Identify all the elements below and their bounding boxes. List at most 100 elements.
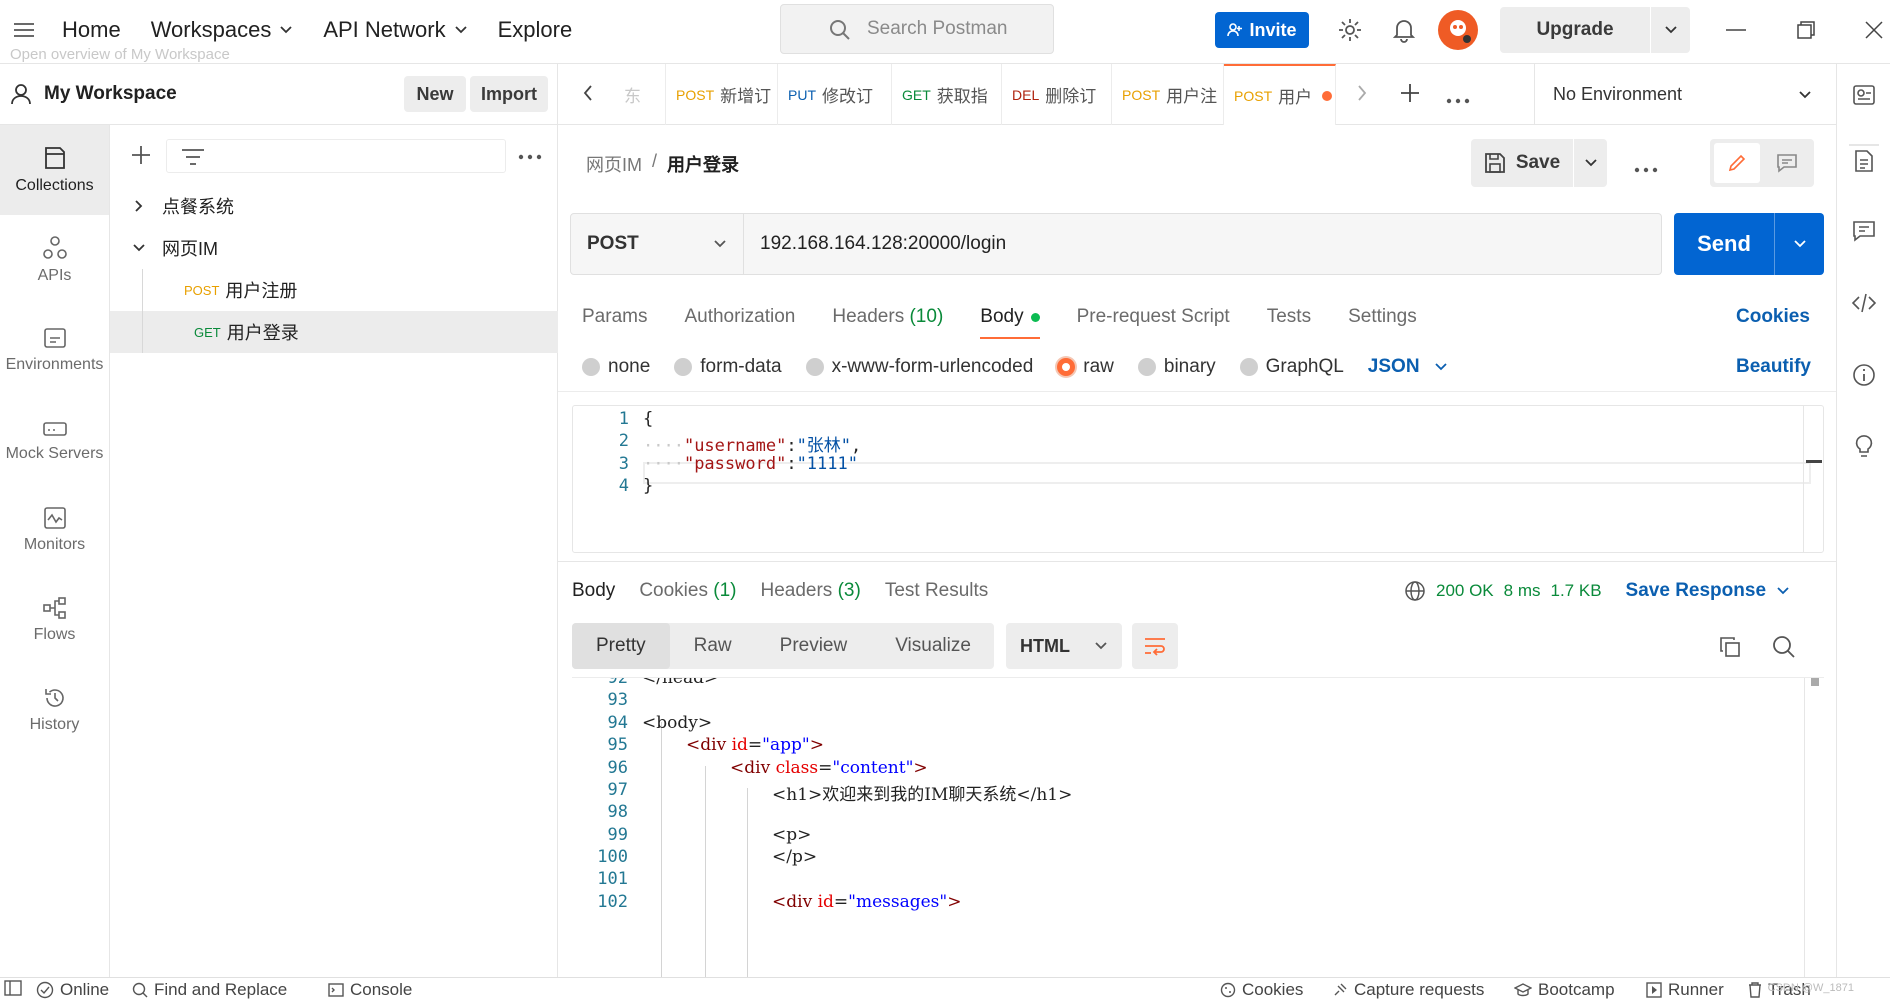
response-body-viewer[interactable]: 92 93 94 95 96 97 98 99 100 101 102 </he… bbox=[572, 677, 1824, 977]
response-tab-body[interactable]: Body bbox=[572, 580, 615, 602]
new-button[interactable]: New bbox=[404, 76, 466, 112]
wrap-lines-icon[interactable] bbox=[1132, 623, 1178, 669]
tab-request[interactable]: POST 新增订 bbox=[666, 64, 778, 125]
radio-binary[interactable]: binary bbox=[1137, 356, 1216, 378]
tab-request-active[interactable]: POST 用户 bbox=[1224, 64, 1336, 125]
lightbulb-icon[interactable] bbox=[1849, 432, 1879, 462]
cookies-button[interactable]: Cookies bbox=[1220, 980, 1303, 1000]
avatar[interactable] bbox=[1438, 10, 1478, 50]
online-status[interactable]: Online bbox=[36, 980, 109, 1000]
filter-input[interactable] bbox=[166, 139, 506, 173]
request-item[interactable]: POST 用户注册 bbox=[110, 269, 558, 353]
rail-flows[interactable]: Flows bbox=[0, 575, 109, 665]
tab-headers[interactable]: Headers (10) bbox=[832, 295, 943, 339]
nav-home[interactable]: Home bbox=[62, 17, 121, 43]
nav-explore[interactable]: Explore bbox=[498, 17, 573, 43]
method-select[interactable]: POST bbox=[570, 213, 744, 275]
tab-request[interactable]: PUT 修改订 bbox=[778, 64, 892, 125]
tab-request[interactable]: DEL 删除订 bbox=[1002, 64, 1112, 125]
radio-raw[interactable]: raw bbox=[1057, 356, 1114, 378]
rail-environments[interactable]: Environments bbox=[0, 305, 109, 395]
radio-form-data[interactable]: form-data bbox=[674, 356, 782, 378]
info-icon[interactable] bbox=[1849, 360, 1879, 390]
toggle-sidebar-icon[interactable] bbox=[4, 980, 22, 996]
chevron-down-icon[interactable] bbox=[1774, 213, 1824, 275]
runner-button[interactable]: Runner bbox=[1646, 980, 1724, 1000]
invite-button[interactable]: Invite bbox=[1215, 12, 1309, 48]
request-body-editor[interactable]: 1 2 3 4 { ····"username":"张林", ····"pass… bbox=[572, 405, 1824, 553]
radio-graphql[interactable]: GraphQL bbox=[1239, 356, 1344, 378]
import-button[interactable]: Import bbox=[470, 76, 548, 112]
beautify-button[interactable]: Beautify bbox=[1736, 347, 1811, 387]
breadcrumb-collection[interactable]: 网页IM bbox=[586, 151, 642, 177]
more-options-icon[interactable] bbox=[518, 147, 542, 165]
tabs-scroll-right-icon[interactable] bbox=[1356, 84, 1368, 107]
copy-icon[interactable] bbox=[1716, 633, 1744, 661]
tabs-scroll-left-icon[interactable] bbox=[582, 84, 594, 107]
find-replace-button[interactable]: Find and Replace bbox=[132, 980, 287, 1000]
request-options-icon[interactable] bbox=[1634, 160, 1658, 178]
comment-mode-icon[interactable] bbox=[1764, 143, 1810, 183]
tab-settings[interactable]: Settings bbox=[1348, 295, 1417, 339]
search-input[interactable]: Search Postman bbox=[780, 4, 1054, 54]
radio-x-www-form-urlencoded[interactable]: x-www-form-urlencoded bbox=[805, 356, 1033, 378]
chevron-down-icon[interactable] bbox=[1573, 139, 1607, 187]
minimize-window-icon[interactable] bbox=[1716, 12, 1756, 48]
url-input[interactable]: 192.168.164.128:20000/login bbox=[744, 213, 1662, 275]
capture-requests-button[interactable]: Capture requests bbox=[1332, 980, 1484, 1000]
view-visualize[interactable]: Visualize bbox=[871, 623, 995, 669]
environment-quick-look-icon[interactable] bbox=[1849, 80, 1879, 110]
new-tab-plus-icon[interactable] bbox=[1400, 83, 1420, 108]
rail-monitors[interactable]: Monitors bbox=[0, 485, 109, 575]
globe-icon[interactable] bbox=[1404, 580, 1426, 602]
workspace-title[interactable]: My Workspace bbox=[10, 83, 177, 105]
tab-body[interactable]: Body bbox=[980, 295, 1040, 339]
editor-scrollbar[interactable] bbox=[1803, 406, 1823, 552]
response-tab-cookies[interactable]: Cookies (1) bbox=[639, 580, 736, 602]
response-language-select[interactable]: HTML bbox=[1006, 623, 1122, 669]
status-code[interactable]: 200 OK bbox=[1436, 581, 1494, 601]
collection-item[interactable]: 网页IM bbox=[110, 227, 558, 269]
tab-request[interactable]: 东 bbox=[614, 64, 666, 125]
upgrade-button[interactable]: Upgrade bbox=[1500, 7, 1690, 53]
collection-item[interactable]: 点餐系统 bbox=[110, 185, 558, 227]
tab-request[interactable]: POST 用户注 bbox=[1112, 64, 1224, 125]
code-snippet-icon[interactable] bbox=[1849, 288, 1879, 318]
tab-request[interactable]: GET 获取指 bbox=[892, 64, 1002, 125]
add-collection-plus-icon[interactable] bbox=[130, 144, 152, 171]
send-button[interactable]: Send bbox=[1674, 213, 1824, 275]
format-select[interactable]: JSON bbox=[1368, 356, 1448, 378]
edit-pencil-icon[interactable] bbox=[1714, 143, 1760, 183]
response-tab-test-results[interactable]: Test Results bbox=[885, 580, 988, 602]
console-button[interactable]: Console bbox=[328, 980, 412, 1000]
nav-workspaces[interactable]: Workspaces bbox=[151, 17, 294, 43]
rail-mock-servers[interactable]: Mock Servers bbox=[0, 395, 109, 485]
response-scrollbar[interactable] bbox=[1804, 678, 1824, 977]
environment-selector[interactable]: No Environment bbox=[1534, 64, 1836, 125]
notification-bell-icon[interactable] bbox=[1386, 12, 1422, 48]
response-time[interactable]: 8 ms bbox=[1504, 581, 1541, 601]
tab-pre-request-script[interactable]: Pre-request Script bbox=[1077, 295, 1230, 339]
comments-icon[interactable] bbox=[1849, 216, 1879, 246]
view-raw[interactable]: Raw bbox=[670, 623, 756, 669]
bootcamp-button[interactable]: Bootcamp bbox=[1514, 980, 1615, 1000]
tab-params[interactable]: Params bbox=[582, 295, 647, 339]
view-preview[interactable]: Preview bbox=[756, 623, 872, 669]
tab-options-icon[interactable] bbox=[1446, 91, 1470, 109]
rail-apis[interactable]: APIs bbox=[0, 215, 109, 305]
response-tab-headers[interactable]: Headers (3) bbox=[760, 580, 860, 602]
documentation-icon[interactable] bbox=[1849, 146, 1879, 176]
close-window-icon[interactable] bbox=[1854, 12, 1890, 48]
restore-window-icon[interactable] bbox=[1786, 12, 1826, 48]
rail-history[interactable]: History bbox=[0, 665, 109, 755]
chevron-down-icon[interactable] bbox=[1650, 7, 1690, 53]
hamburger-menu-icon[interactable] bbox=[10, 14, 38, 46]
rail-collections[interactable]: Collections bbox=[0, 125, 109, 215]
radio-none[interactable]: none bbox=[582, 356, 650, 378]
tab-tests[interactable]: Tests bbox=[1267, 295, 1311, 339]
cookies-link[interactable]: Cookies bbox=[1736, 295, 1810, 339]
nav-api-network[interactable]: API Network bbox=[323, 17, 467, 43]
save-button[interactable]: Save bbox=[1471, 139, 1607, 187]
search-response-icon[interactable] bbox=[1770, 633, 1798, 661]
request-item-selected[interactable]: GET 用户登录 bbox=[110, 311, 558, 353]
